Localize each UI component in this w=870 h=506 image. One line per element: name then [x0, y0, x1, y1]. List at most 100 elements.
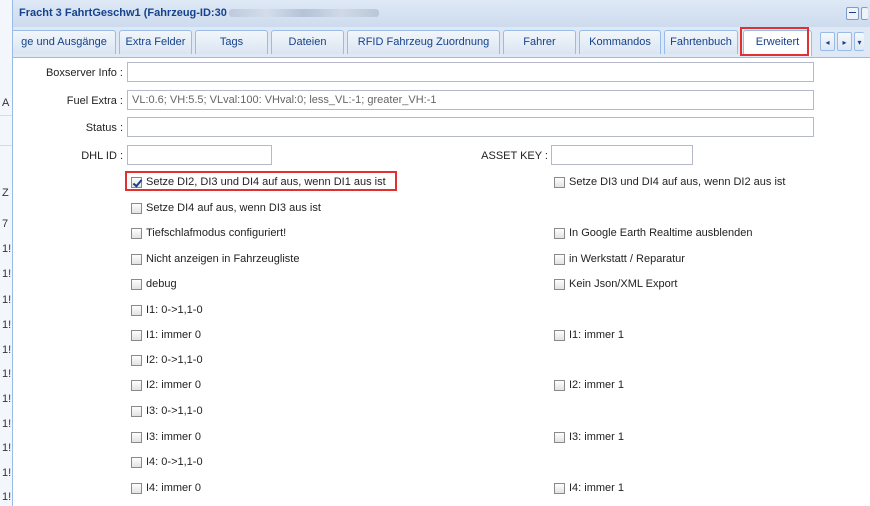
checkbox-label: I1: immer 1 — [569, 329, 625, 341]
checkbox-label: I4: immer 0 — [146, 482, 202, 494]
checkbox-icon[interactable] — [554, 176, 565, 188]
strip-char: 1! — [2, 319, 12, 331]
redacted-title-part — [228, 9, 379, 18]
tab-kommandos[interactable]: Kommandos — [579, 30, 661, 54]
strip-char: 1! — [2, 467, 12, 479]
checkbox-icon[interactable] — [131, 456, 142, 468]
checkbox-icon[interactable] — [554, 431, 565, 443]
checkbox-kein-json-export[interactable]: Kein Json/XML Export — [554, 278, 677, 290]
asset-key-field[interactable] — [551, 145, 693, 165]
checkbox-i3-immer-1[interactable]: I3: immer 1 — [554, 431, 624, 443]
minimize-button[interactable] — [846, 7, 859, 20]
checkbox-werkstatt[interactable]: in Werkstatt / Reparatur — [554, 253, 685, 265]
checkbox-i3-immer-0[interactable]: I3: immer 0 — [131, 431, 201, 443]
checkbox-label: Setze DI4 auf aus, wenn DI3 aus ist — [146, 202, 321, 214]
checkbox-nicht-anzeigen[interactable]: Nicht anzeigen in Fahrzeugliste — [131, 253, 299, 265]
checkbox-label: I2: immer 1 — [569, 379, 625, 391]
checkbox-label: In Google Earth Realtime ausblenden — [569, 227, 753, 239]
checkbox-i4-immer-0[interactable]: I4: immer 0 — [131, 482, 201, 494]
checkbox-icon[interactable] — [131, 278, 142, 290]
checkbox-label: I3: immer 0 — [146, 431, 202, 443]
asset-key-label: ASSET KEY : — [481, 150, 548, 162]
checkbox-i1-0-1[interactable]: I1: 0->1,1-0 — [131, 304, 203, 316]
fuel-extra-field[interactable]: VL:0.6; VH:5.5; VLval:100: VHval:0; less… — [127, 90, 814, 110]
dhl-id-field[interactable] — [127, 145, 272, 165]
checkbox-label: Tiefschlafmodus configuriert! — [146, 227, 287, 239]
status-field[interactable] — [127, 117, 814, 137]
tab-scroll-left-button[interactable]: ◂ — [820, 32, 835, 51]
tab-highlight-box — [740, 27, 809, 56]
checkbox-icon[interactable] — [131, 253, 142, 265]
checkbox-debug[interactable]: debug — [131, 278, 177, 290]
checkbox-icon[interactable] — [554, 379, 565, 391]
checkbox-setze-di4[interactable]: Setze DI4 auf aus, wenn DI3 aus ist — [131, 202, 321, 214]
chevron-left-icon: ◂ — [825, 38, 830, 47]
checkbox-label: I1: immer 0 — [146, 329, 202, 341]
checkbox-icon[interactable] — [554, 278, 565, 290]
strip-char: 1! — [2, 418, 12, 430]
dialog-title-text: Fracht 3 FahrtGeschw1 (Fahrzeug-ID:30 — [19, 7, 227, 19]
tab-tags[interactable]: Tags — [195, 30, 268, 54]
checkbox-label: in Werkstatt / Reparatur — [569, 253, 685, 265]
tab-scroll-right-button[interactable]: ▸ — [837, 32, 852, 51]
checkbox-i2-immer-1[interactable]: I2: immer 1 — [554, 379, 624, 391]
checkbox-highlight-box — [125, 171, 397, 191]
checkbox-icon[interactable] — [131, 202, 142, 214]
checkbox-i1-immer-0[interactable]: I1: immer 0 — [131, 329, 201, 341]
checkbox-icon[interactable] — [131, 431, 142, 443]
checkbox-tiefschlafmodus[interactable]: Tiefschlafmodus configuriert! — [131, 227, 286, 239]
checkbox-icon[interactable] — [131, 405, 142, 417]
checkbox-i4-0-1[interactable]: I4: 0->1,1-0 — [131, 456, 203, 468]
checkbox-i4-immer-1[interactable]: I4: immer 1 — [554, 482, 624, 494]
strip-divider — [0, 115, 12, 116]
checkbox-icon[interactable] — [131, 482, 142, 494]
checkbox-i1-immer-1[interactable]: I1: immer 1 — [554, 329, 624, 341]
strip-char: 1! — [2, 243, 12, 255]
checkbox-icon[interactable] — [131, 379, 142, 391]
strip-char: Z — [2, 187, 9, 199]
chevron-down-icon: ▾ — [857, 38, 862, 47]
status-label: Status : — [85, 122, 123, 134]
strip-char: 1! — [2, 268, 12, 280]
dialog-title: Fracht 3 FahrtGeschw1 (Fahrzeug-ID:30 — [19, 7, 379, 19]
tab-extra-felder[interactable]: Extra Felder — [119, 30, 192, 54]
checkbox-label: I3: immer 1 — [569, 431, 625, 443]
tab-dateien[interactable]: Dateien — [271, 30, 344, 54]
checkbox-icon[interactable] — [131, 329, 142, 341]
checkbox-label: I4: 0->1,1-0 — [146, 456, 203, 468]
strip-char: A — [2, 97, 10, 109]
checkbox-setze-di3-di4[interactable]: Setze DI3 und DI4 auf aus, wenn DI2 aus … — [554, 176, 785, 188]
strip-char: 7 — [2, 218, 9, 230]
chevron-right-icon: ▸ — [842, 38, 847, 47]
dialog-titlebar[interactable]: Fracht 3 FahrtGeschw1 (Fahrzeug-ID:30 — [13, 0, 870, 28]
minimize-icon — [849, 12, 856, 13]
checkbox-icon[interactable] — [131, 304, 142, 316]
tab-rfid-fahrzeug-zuordnung[interactable]: RFID Fahrzeug Zuordnung — [347, 30, 500, 54]
strip-divider — [0, 145, 12, 146]
close-button[interactable] — [861, 7, 868, 20]
tab-menu-button[interactable]: ▾ — [854, 32, 864, 51]
checkbox-i3-0-1[interactable]: I3: 0->1,1-0 — [131, 405, 203, 417]
tab-fahrer[interactable]: Fahrer — [503, 30, 576, 54]
boxserver-info-field[interactable] — [127, 62, 814, 82]
strip-char: 1! — [2, 368, 12, 380]
tab-fahrtenbuch[interactable]: Fahrtenbuch — [664, 30, 738, 54]
checkbox-icon[interactable] — [131, 227, 142, 239]
checkbox-label: debug — [146, 278, 177, 290]
tab-ein-und-ausgaenge[interactable]: ge und Ausgänge — [13, 30, 116, 54]
checkbox-icon[interactable] — [131, 354, 142, 366]
checkbox-label: Kein Json/XML Export — [569, 278, 678, 290]
strip-char: 1! — [2, 294, 12, 306]
checkbox-label: I3: 0->1,1-0 — [146, 405, 203, 417]
boxserver-info-label: Boxserver Info : — [45, 67, 123, 79]
checkbox-icon[interactable] — [554, 227, 565, 239]
checkbox-icon[interactable] — [554, 253, 565, 265]
checkbox-label: I2: 0->1,1-0 — [146, 354, 203, 366]
checkbox-icon[interactable] — [554, 482, 565, 494]
checkbox-label: I4: immer 1 — [569, 482, 625, 494]
checkbox-icon[interactable] — [554, 329, 565, 341]
checkbox-i2-0-1[interactable]: I2: 0->1,1-0 — [131, 354, 203, 366]
checkbox-label: Nicht anzeigen in Fahrzeugliste — [146, 253, 300, 265]
checkbox-i2-immer-0[interactable]: I2: immer 0 — [131, 379, 201, 391]
checkbox-google-earth[interactable]: In Google Earth Realtime ausblenden — [554, 227, 752, 239]
